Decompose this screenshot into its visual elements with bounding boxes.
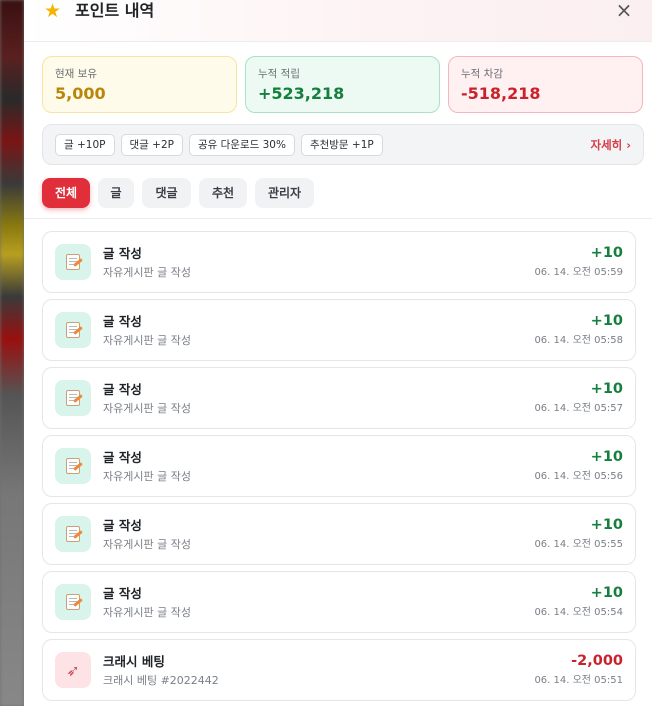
- points-history-list: 글 작성 자유게시판 글 작성 +10 06. 14. 오전 05:59 글 작…: [42, 231, 636, 706]
- item-description: 자유게시판 글 작성: [103, 538, 191, 551]
- item-title: 글 작성: [103, 586, 142, 601]
- item-title: 글 작성: [103, 382, 142, 397]
- page-backdrop: [0, 0, 24, 706]
- points-history-modal: ★ 포인트 내역 × 현재 보유 5,000 누적 적립 +523,218 누적…: [24, 0, 652, 706]
- stat-label: 현재 보유: [55, 68, 97, 80]
- item-description: 자유게시판 글 작성: [103, 266, 191, 279]
- item-title: 크래시 베팅: [103, 654, 165, 669]
- filter-tabs: 전체 글 댓글 추천 관리자: [42, 178, 314, 208]
- item-amount: +10: [590, 585, 623, 601]
- item-description: 자유게시판 글 작성: [103, 334, 191, 347]
- history-item[interactable]: 글 작성 자유게시판 글 작성 +10 06. 14. 오전 05:55: [42, 503, 636, 565]
- item-amount: +10: [590, 245, 623, 261]
- history-item[interactable]: 글 작성 자유게시판 글 작성 +10 06. 14. 오전 05:57: [42, 367, 636, 429]
- write-icon: [55, 584, 91, 620]
- modal-header: ★ 포인트 내역 ×: [24, 0, 652, 42]
- tab-admin[interactable]: 관리자: [255, 178, 314, 208]
- history-item[interactable]: ➶ 크래시 베팅 크래시 베팅 #2022442 -2,000 06. 14. …: [42, 639, 636, 701]
- details-link[interactable]: 자세히 ›: [591, 137, 631, 153]
- item-description: 자유게시판 글 작성: [103, 470, 191, 483]
- history-item[interactable]: 글 작성 자유게시판 글 작성 +10 06. 14. 오전 05:54: [42, 571, 636, 633]
- item-timestamp: 06. 14. 오전 05:59: [534, 267, 623, 278]
- stat-label: 누적 차감: [461, 68, 503, 80]
- history-item[interactable]: 글 작성 자유게시판 글 작성 +10 06. 14. 오전 05:58: [42, 299, 636, 361]
- write-icon: [55, 244, 91, 280]
- item-title: 글 작성: [103, 450, 142, 465]
- close-icon[interactable]: ×: [612, 0, 636, 22]
- tab-comments[interactable]: 댓글: [142, 178, 191, 208]
- tab-recommend[interactable]: 추천: [199, 178, 247, 208]
- stat-total-earned: 누적 적립 +523,218: [245, 56, 440, 113]
- item-amount: +10: [590, 313, 623, 329]
- write-icon: [55, 448, 91, 484]
- history-item[interactable]: 글 작성 자유게시판 글 작성 +10 06. 14. 오전 05:56: [42, 435, 636, 497]
- stat-value: -518,218: [461, 84, 541, 103]
- modal-title: 포인트 내역: [75, 1, 155, 20]
- item-title: 글 작성: [103, 314, 142, 329]
- divider: [24, 218, 652, 219]
- item-timestamp: 06. 14. 오전 05:56: [534, 471, 623, 482]
- item-amount: +10: [590, 381, 623, 397]
- stat-total-spent: 누적 차감 -518,218: [448, 56, 643, 113]
- item-timestamp: 06. 14. 오전 05:54: [534, 607, 623, 618]
- item-amount: +10: [590, 449, 623, 465]
- item-description: 자유게시판 글 작성: [103, 402, 191, 415]
- points-summary: 현재 보유 5,000 누적 적립 +523,218 누적 차감 -518,21…: [42, 56, 643, 113]
- item-title: 글 작성: [103, 518, 142, 533]
- star-icon: ★: [44, 0, 62, 22]
- stat-current-balance: 현재 보유 5,000: [42, 56, 237, 113]
- write-icon: [55, 312, 91, 348]
- rule-chip-post: 글 +10P: [55, 134, 115, 156]
- rocket-icon: ➶: [55, 652, 91, 688]
- item-timestamp: 06. 14. 오전 05:55: [534, 539, 623, 550]
- history-item[interactable]: 글 작성 자유게시판 글 작성 +10 06. 14. 오전 05:59: [42, 231, 636, 293]
- item-amount: +10: [590, 517, 623, 533]
- stat-label: 누적 적립: [258, 68, 300, 80]
- item-timestamp: 06. 14. 오전 05:57: [534, 403, 623, 414]
- write-icon: [55, 516, 91, 552]
- tab-posts[interactable]: 글: [98, 178, 134, 208]
- item-title: 글 작성: [103, 246, 142, 261]
- item-timestamp: 06. 14. 오전 05:51: [534, 675, 623, 686]
- stat-value: +523,218: [258, 84, 345, 103]
- rule-chips: 글 +10P 댓글 +2P 공유 다운로드 30% 추천방문 +1P: [55, 134, 383, 156]
- stat-value: 5,000: [55, 84, 106, 103]
- item-description: 크래시 베팅 #2022442: [103, 674, 219, 687]
- rule-chip-share-download: 공유 다운로드 30%: [188, 134, 295, 156]
- write-icon: [55, 380, 91, 416]
- item-timestamp: 06. 14. 오전 05:58: [534, 335, 623, 346]
- rule-chip-comment: 댓글 +2P: [120, 134, 183, 156]
- item-amount: -2,000: [571, 653, 623, 669]
- rule-chip-referral-visit: 추천방문 +1P: [300, 134, 383, 156]
- item-description: 자유게시판 글 작성: [103, 606, 191, 619]
- tab-all[interactable]: 전체: [42, 178, 90, 208]
- earning-rules-bar: 글 +10P 댓글 +2P 공유 다운로드 30% 추천방문 +1P 자세히 ›: [42, 124, 644, 165]
